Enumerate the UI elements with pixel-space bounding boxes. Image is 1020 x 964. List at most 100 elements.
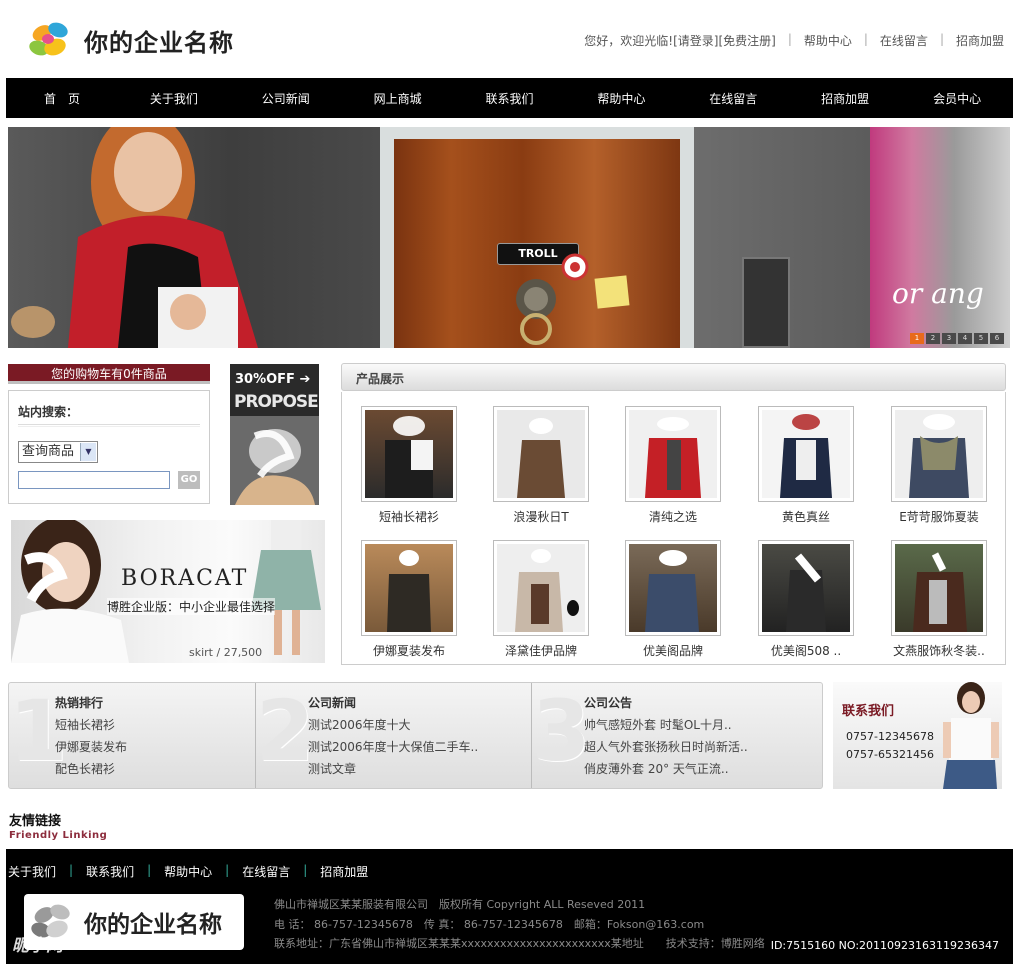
greeting-text: 您好，欢迎光临! — [584, 34, 674, 48]
cart-status[interactable]: 您的购物车有0件商品 — [8, 364, 210, 384]
product-item[interactable]: E苛苛服饰夏装 — [891, 406, 987, 525]
product-item[interactable]: 优美阁508 .. — [758, 540, 854, 659]
separator: | — [225, 863, 230, 877]
product-photo[interactable] — [361, 406, 457, 502]
login-link[interactable]: [请登录] — [673, 32, 718, 49]
watermark-url: www.nipic.cn — [100, 936, 179, 950]
banner-page-1[interactable]: 1 — [910, 333, 924, 344]
product-photo[interactable] — [891, 406, 987, 502]
product-name[interactable]: 优美阁508 .. — [758, 642, 854, 659]
banner-pager: 1 2 3 4 5 6 — [910, 333, 1004, 344]
nav-help[interactable]: 帮助中心 — [565, 90, 677, 107]
footer-link-contact[interactable]: 联系我们 — [86, 863, 134, 880]
product-item[interactable]: 伊娜夏装发布 — [361, 540, 457, 659]
help-link[interactable]: 帮助中心 — [804, 32, 852, 49]
panel-link[interactable]: 配色长裙衫 — [55, 760, 115, 777]
boracat-model-left — [11, 520, 129, 663]
product-photo[interactable] — [493, 406, 589, 502]
banner-page-5[interactable]: 5 — [974, 333, 988, 344]
banner-page-2[interactable]: 2 — [926, 333, 940, 344]
panel-link[interactable]: 超人气外套张扬秋日时尚新活.. — [584, 738, 748, 755]
product-name[interactable]: 清纯之选 — [625, 508, 721, 525]
message-link[interactable]: 在线留言 — [880, 32, 928, 49]
panel-link[interactable]: 测试文章 — [308, 760, 356, 777]
footer-image-id: ID:7515160 NO:20110923163119236347 — [770, 939, 999, 952]
product-name[interactable]: 黄色真丝 — [758, 508, 854, 525]
boracat-brand: BORACAT — [121, 566, 249, 591]
product-item[interactable]: 优美阁品牌 — [625, 540, 721, 659]
search-category-select[interactable]: 查询商品 ▼ — [18, 441, 98, 463]
product-photo[interactable] — [493, 540, 589, 636]
propose-ad-photo — [230, 416, 319, 505]
footer-link-about[interactable]: 关于我们 — [8, 863, 56, 880]
panel-hot-ranking: 1 热销排行 短袖长裙衫 伊娜夏装发布 配色长裙衫 — [9, 683, 255, 788]
nav-home[interactable]: 首 页 — [6, 90, 118, 107]
nav-contact[interactable]: 联系我们 — [454, 90, 566, 107]
product-photo[interactable] — [361, 540, 457, 636]
footer-link-message[interactable]: 在线留言 — [242, 863, 290, 880]
product-item[interactable]: 清纯之选 — [625, 406, 721, 525]
product-photo[interactable] — [625, 540, 721, 636]
nav-shop[interactable]: 网上商城 — [342, 90, 454, 107]
site-logo[interactable]: 你的企业名称 — [22, 14, 252, 66]
panel-link[interactable]: 测试2006年度十大 — [308, 716, 411, 733]
separator: | — [147, 863, 152, 877]
product-photo[interactable] — [625, 406, 721, 502]
product-item[interactable]: 浪漫秋日T — [493, 406, 589, 525]
banner-page-4[interactable]: 4 — [958, 333, 972, 344]
nav-member[interactable]: 会员中心 — [901, 90, 1013, 107]
banner-door-frame: TROLL — [380, 127, 694, 348]
product-photo[interactable] — [758, 406, 854, 502]
banner-pink-wall: or ang — [870, 127, 1010, 348]
nav-message[interactable]: 在线留言 — [677, 90, 789, 107]
boracat-ad[interactable]: BORACAT 博胜企业版：中小企业最佳选择 skirt / 27,500 — [11, 520, 325, 663]
hero-banner[interactable]: TROLL or ang 1 2 3 4 5 6 — [8, 127, 1010, 348]
product-name[interactable]: 短袖长裙衫 — [361, 508, 457, 525]
product-item[interactable]: 短袖长裙衫 — [361, 406, 457, 525]
sticky-note — [594, 275, 630, 309]
product-item[interactable]: 黄色真丝 — [758, 406, 854, 525]
product-name[interactable]: 优美阁品牌 — [625, 642, 721, 659]
boracat-caption: 博胜企业版：中小企业最佳选择 — [107, 598, 276, 615]
search-input[interactable] — [18, 471, 170, 489]
product-name[interactable]: 文燕服饰秋冬装.. — [891, 642, 987, 659]
product-photo[interactable] — [758, 540, 854, 636]
contact-model-photo — [943, 682, 999, 789]
footer-link-help[interactable]: 帮助中心 — [164, 863, 212, 880]
product-item[interactable]: 文燕服饰秋冬装.. — [891, 540, 987, 659]
propose-ad[interactable]: 30%OFF ➔ PROPOSE — [230, 364, 319, 505]
search-go-button[interactable]: GO — [178, 471, 200, 489]
top-links: 您好，欢迎光临! [请登录] [免费注册] | 帮助中心 | 在线留言 | 招商… — [584, 32, 1004, 49]
product-name[interactable]: 浪漫秋日T — [493, 508, 589, 525]
panel-link[interactable]: 俏皮薄外套 20° 天气正流.. — [584, 760, 729, 777]
banner-page-6[interactable]: 6 — [990, 333, 1004, 344]
panel-link[interactable]: 测试2006年度十大保值二手车.. — [308, 738, 478, 755]
footer-address: 联系地址：广东省佛山市禅城区某某某xxxxxxxxxxxxxxxxxxxxxxx… — [274, 937, 765, 950]
product-name[interactable]: 泽黛佳伊品牌 — [493, 642, 589, 659]
product-name[interactable]: 伊娜夏装发布 — [361, 642, 457, 659]
banner-model-figure — [11, 127, 258, 348]
nav-about[interactable]: 关于我们 — [118, 90, 230, 107]
franchise-link[interactable]: 招商加盟 — [956, 32, 1004, 49]
boracat-skirt-price: skirt / 27,500 — [189, 646, 263, 659]
product-photo[interactable] — [891, 540, 987, 636]
panel-title: 热销排行 — [55, 696, 104, 710]
panel-link[interactable]: 短袖长裙衫 — [55, 716, 115, 733]
nav-franchise[interactable]: 招商加盟 — [789, 90, 901, 107]
contact-phone: 0757-12345678 — [846, 730, 934, 743]
search-title: 站内搜索： — [18, 405, 79, 419]
chevron-down-icon: ▼ — [80, 443, 96, 461]
products-grid: 短袖长裙衫 浪漫秋日T 清纯之选 黄色真丝 E苛苛服饰夏装 伊娜夏装发布 泽黛佳… — [341, 392, 1006, 665]
footer-phone-fax: 电 话： 86-757-12345678 传 真： 86-757-1234567… — [274, 918, 705, 931]
panel-number: 3 — [532, 682, 591, 780]
panel-announcements: 3 公司公告 帅气感短外套 时髦OL十月.. 超人气外套张扬秋日时尚新活.. 俏… — [532, 683, 822, 788]
site-search-box: 站内搜索： 查询商品 ▼ GO — [8, 390, 210, 504]
banner-page-3[interactable]: 3 — [942, 333, 956, 344]
nav-news[interactable]: 公司新闻 — [230, 90, 342, 107]
product-item[interactable]: 泽黛佳伊品牌 — [493, 540, 589, 659]
product-name[interactable]: E苛苛服饰夏装 — [891, 508, 987, 525]
panel-link[interactable]: 帅气感短外套 时髦OL十月.. — [584, 716, 732, 733]
footer-link-franchise[interactable]: 招商加盟 — [320, 863, 368, 880]
panel-link[interactable]: 伊娜夏装发布 — [55, 738, 127, 755]
register-link[interactable]: [免费注册] — [718, 32, 775, 49]
